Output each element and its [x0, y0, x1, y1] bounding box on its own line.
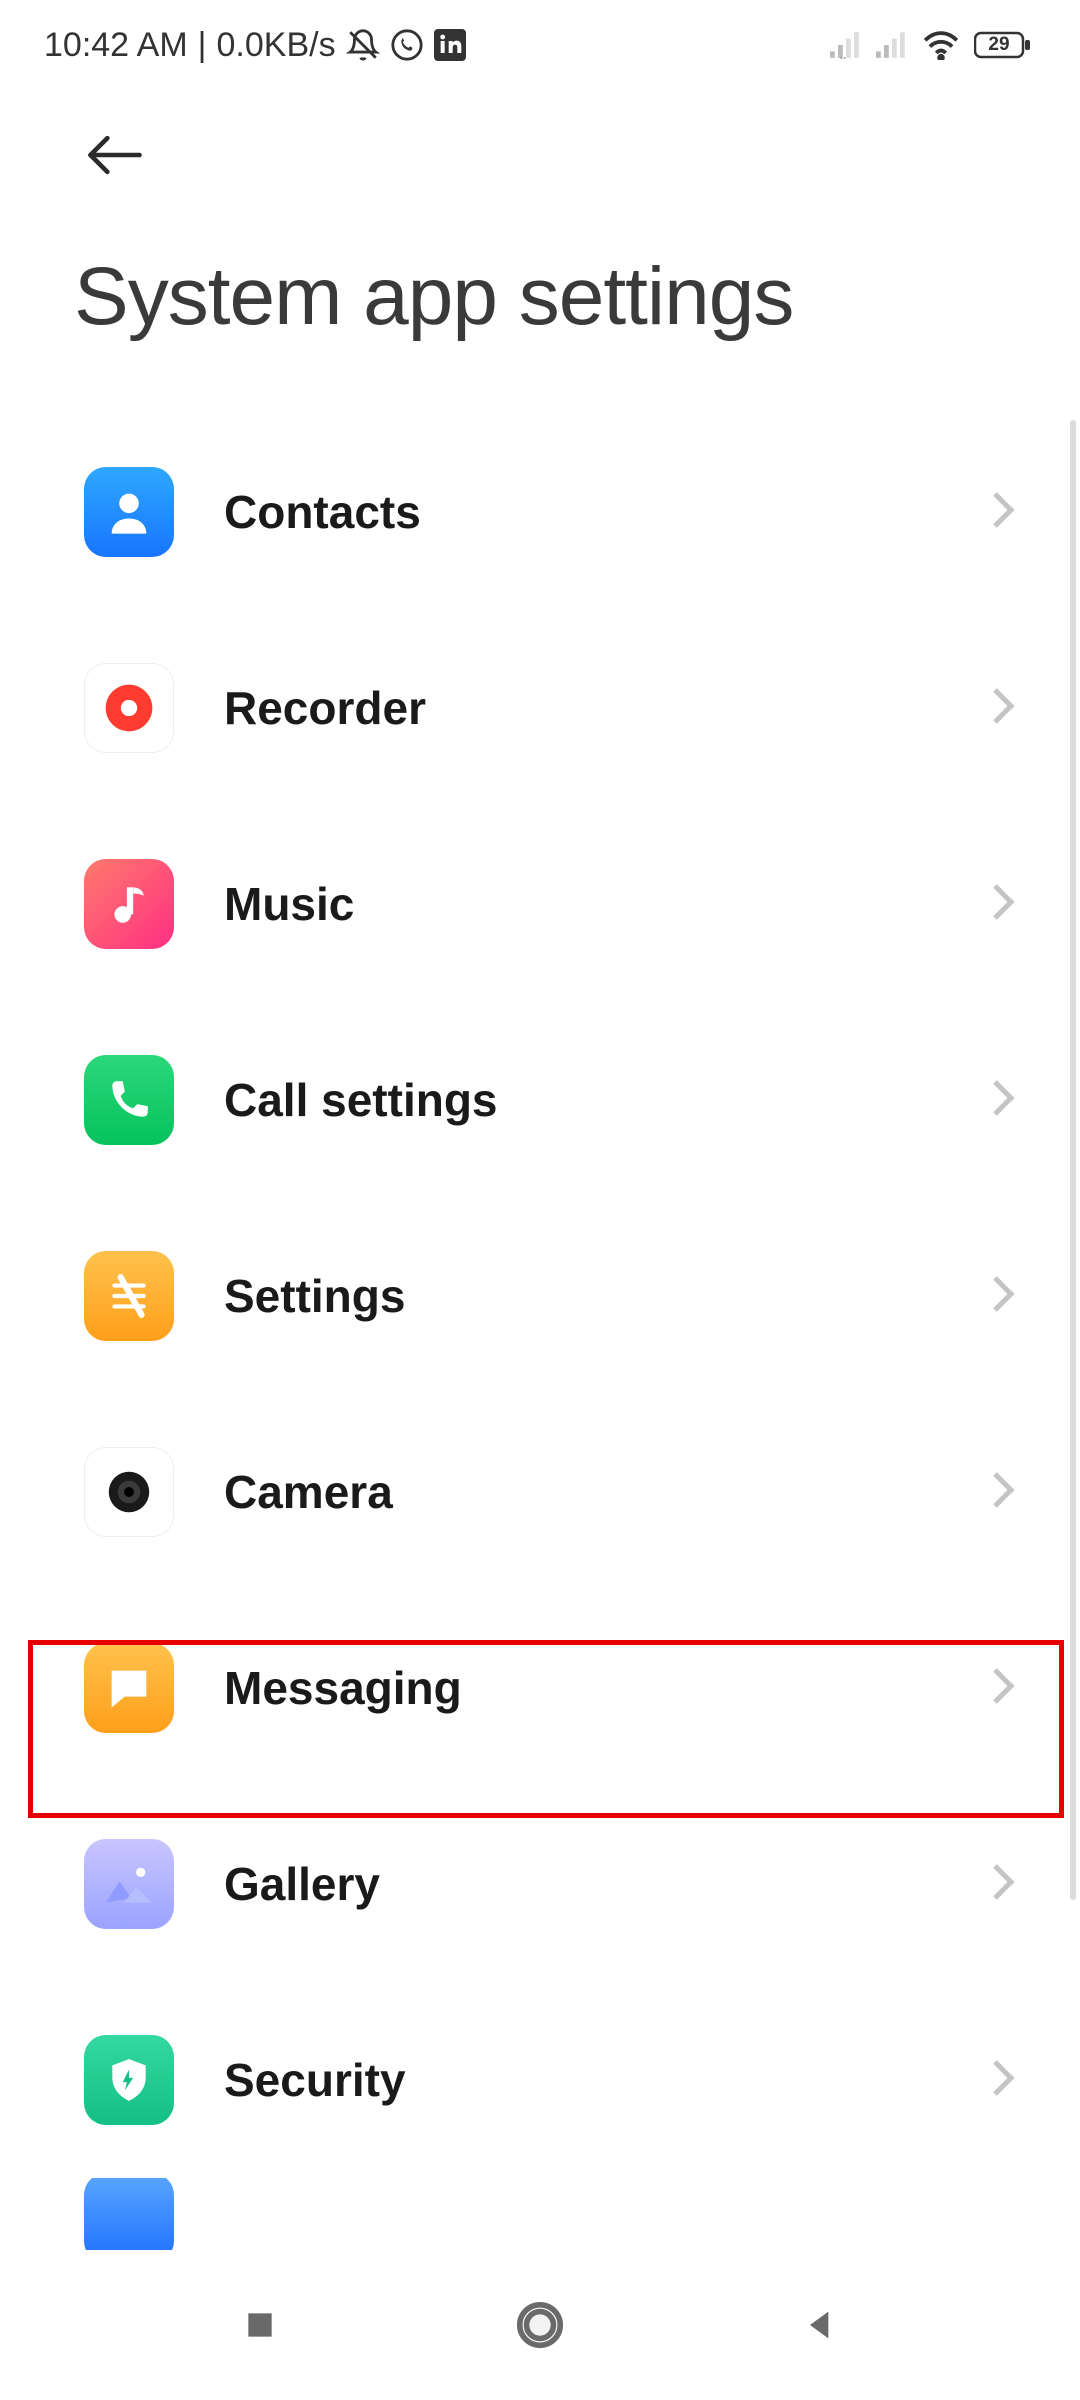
messaging-icon: [84, 1643, 174, 1733]
phone-icon: [84, 1055, 174, 1145]
list-item-gallery[interactable]: Gallery: [0, 1786, 1080, 1982]
list-item-settings[interactable]: Settings: [0, 1198, 1080, 1394]
chevron-right-icon: [990, 1078, 1020, 1123]
list-item-label: Recorder: [224, 681, 990, 735]
list-item-label: Gallery: [224, 1857, 990, 1911]
page-title: System app settings: [0, 200, 1080, 384]
status-speed: 0.0KB/s: [217, 26, 336, 65]
chevron-right-icon: [990, 2058, 1020, 2103]
calendar-icon: [84, 2178, 174, 2258]
list-item-call-settings[interactable]: Call settings: [0, 1002, 1080, 1198]
gallery-icon: [84, 1839, 174, 1929]
battery-icon: 29: [974, 30, 1032, 60]
list-item-camera[interactable]: Camera: [0, 1394, 1080, 1590]
list-item-messaging[interactable]: Messaging: [0, 1590, 1080, 1786]
list-item-recorder[interactable]: Recorder: [0, 610, 1080, 806]
linkedin-icon: [434, 29, 466, 61]
status-time: 10:42 AM: [44, 26, 188, 65]
list-item-security[interactable]: Security: [0, 1982, 1080, 2178]
chevron-right-icon: [990, 686, 1020, 731]
wifi-icon: [922, 30, 960, 60]
scroll-indicator: [1070, 420, 1076, 1900]
list-item-music[interactable]: Music: [0, 806, 1080, 1002]
back-button[interactable]: [80, 120, 150, 190]
chevron-right-icon: [990, 490, 1020, 535]
recorder-icon: [84, 663, 174, 753]
app-list: Contacts Recorder Music Call settings: [0, 384, 1080, 2258]
list-item-label: Camera: [224, 1465, 990, 1519]
chevron-right-icon: [990, 1470, 1020, 1515]
status-bar: 10:42 AM | 0.0KB/s x 29: [0, 0, 1080, 90]
back-nav-button[interactable]: [780, 2285, 860, 2365]
list-item-label: Music: [224, 877, 990, 931]
navigation-bar: [0, 2250, 1080, 2400]
chevron-right-icon: [990, 1666, 1020, 1711]
signal-2-icon: [876, 31, 908, 59]
list-item-label: Security: [224, 2053, 990, 2107]
whatsapp-icon: [390, 28, 424, 62]
status-left: 10:42 AM | 0.0KB/s: [44, 26, 466, 65]
camera-icon: [84, 1447, 174, 1537]
chevron-right-icon: [990, 1274, 1020, 1319]
signal-1-icon: x: [830, 31, 862, 59]
list-item-contacts[interactable]: Contacts: [0, 414, 1080, 610]
list-item-label: Messaging: [224, 1661, 990, 1715]
security-icon: [84, 2035, 174, 2125]
list-item-partial[interactable]: [0, 2178, 1080, 2258]
chevron-right-icon: [990, 1862, 1020, 1907]
list-item-label: Contacts: [224, 485, 990, 539]
list-item-label: Settings: [224, 1269, 990, 1323]
music-icon: [84, 859, 174, 949]
contacts-icon: [84, 467, 174, 557]
svg-text:x: x: [840, 52, 847, 59]
list-item-label: Call settings: [224, 1073, 990, 1127]
battery-level: 29: [974, 30, 1024, 60]
chevron-right-icon: [990, 882, 1020, 927]
home-button[interactable]: [500, 2285, 580, 2365]
recent-apps-button[interactable]: [220, 2285, 300, 2365]
bell-off-icon: [346, 28, 380, 62]
status-right: x 29: [830, 30, 1032, 60]
settings-icon: [84, 1251, 174, 1341]
